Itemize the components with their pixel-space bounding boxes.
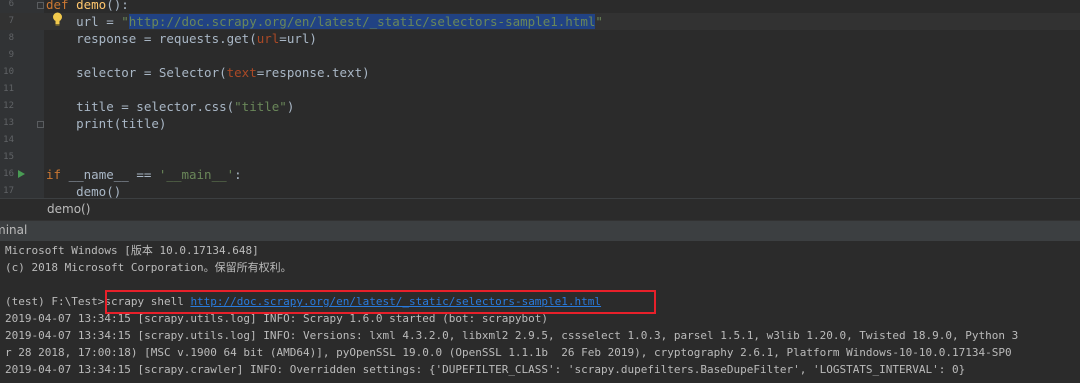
code-text: response = requests.get(url=url) [46,30,317,47]
code-line-15[interactable]: 15 [0,149,1080,166]
run-icon[interactable] [18,170,25,178]
code-part: ) [286,99,295,114]
line-number: 8 [8,33,14,43]
code-line-12[interactable]: 12 title = selector.css("title") [0,98,1080,115]
string-literal: '__main__' [158,167,235,182]
keyword-def: def [46,0,69,12]
line-number: 16 [3,169,14,179]
keyword-arg: text [226,65,257,80]
breadcrumb[interactable]: demo() [0,198,1080,221]
code-text: print(title) [46,116,167,131]
code-part: __name__ == [61,167,159,182]
line-number: 15 [3,152,14,162]
highlight-box [105,290,656,314]
code-text: title = selector.css("title") [46,98,294,115]
code-text: selector = Selector(text=response.text) [46,64,370,81]
selected-url-string: http://doc.scrapy.org/en/latest/_static/… [128,14,596,29]
code-part: response = requests.get( [46,31,257,46]
keyword-arg: url [256,31,280,46]
code-line-9[interactable]: 9 [0,47,1080,64]
code-line-14[interactable]: 14 [0,132,1080,149]
line-number: 13 [3,118,14,128]
code-line-6[interactable]: 6 def demo(): [0,0,1080,13]
code-punct: (): [106,0,129,12]
fold-marker[interactable] [37,121,44,128]
line-number: 12 [3,101,14,111]
code-line-10[interactable]: 10 selector = Selector(text=response.tex… [0,64,1080,81]
terminal-prompt: (test) F:\Test> [5,295,105,308]
code-part: title = selector.css( [46,99,235,114]
code-part: : [234,167,242,182]
code-line-13[interactable]: 13 print(title) [0,115,1080,132]
string-quote: " [121,14,129,29]
fold-marker[interactable] [37,2,44,9]
terminal-line: (c) 2018 Microsoft Corporation。保留所有权利。 [5,261,292,274]
code-line-11[interactable]: 11 [0,81,1080,98]
function-name: demo [76,0,107,12]
terminal-line: r 28 2018, 17:00:18) [MSC v.1900 64 bit … [5,346,1012,359]
lightbulb-icon[interactable] [52,12,63,26]
terminal-header[interactable]: minal [0,220,1080,242]
code-text: url = "http://doc.scrapy.org/en/latest/_… [46,13,603,30]
code-part: =url) [279,31,317,46]
code-line-8[interactable]: 8 response = requests.get(url=url) [0,30,1080,47]
terminal-line: 2019-04-07 13:34:15 [scrapy.crawler] INF… [5,363,966,376]
line-number: 6 [8,0,14,9]
breadcrumb-item[interactable]: demo() [47,202,90,216]
string-quote: " [595,14,603,29]
keyword-if: if [46,167,62,182]
code-line-16[interactable]: 16 if __name__ == '__main__': [0,166,1080,183]
code-line-7[interactable]: 7 url = "http://doc.scrapy.org/en/latest… [0,13,1080,30]
line-number: 11 [3,84,14,94]
terminal-line: Microsoft Windows [版本 10.0.17134.648] [5,244,259,257]
terminal-title: minal [0,223,28,237]
line-number: 7 [8,16,14,26]
code-text: if __name__ == '__main__': [46,166,242,183]
line-number: 9 [8,50,14,60]
code-editor[interactable]: 6 def demo(): 7 url = "http://doc.scrapy… [0,0,1080,199]
line-number: 10 [3,67,14,77]
line-number: 14 [3,135,14,145]
code-part: =response.text) [256,65,370,80]
string-literal: "title" [234,99,287,114]
terminal-line: 2019-04-07 13:34:15 [scrapy.utils.log] I… [5,329,1019,342]
code-part: selector = Selector( [46,65,227,80]
